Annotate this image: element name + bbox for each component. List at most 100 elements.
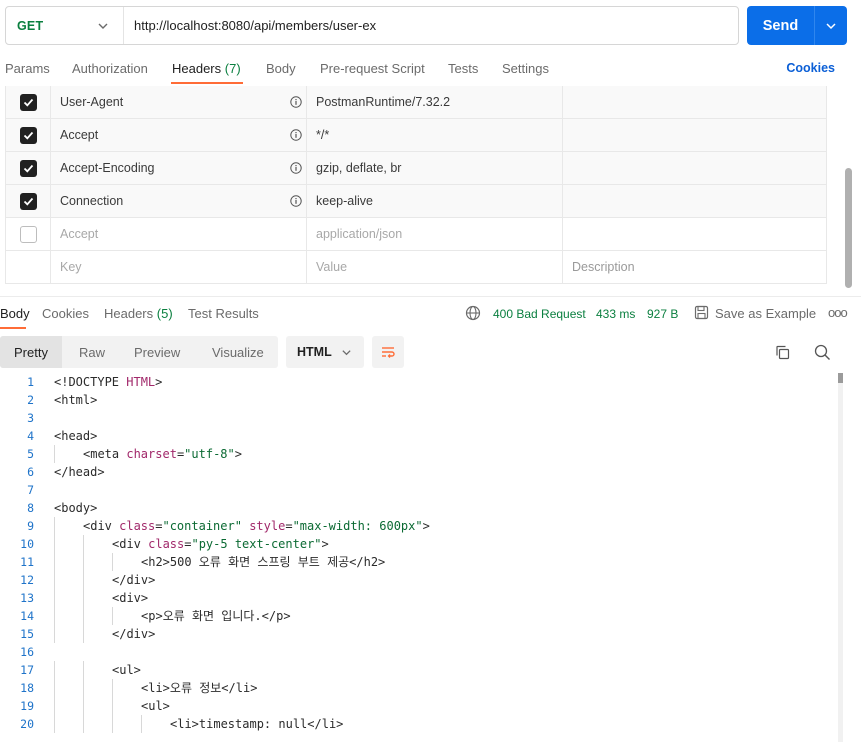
- code-scrollbar-thumb[interactable]: [838, 373, 843, 383]
- url-input[interactable]: http://localhost:8080/api/members/user-e…: [124, 18, 376, 33]
- globe-icon[interactable]: [465, 305, 481, 321]
- header-description-cell[interactable]: [563, 86, 827, 118]
- code-token: "utf-8": [184, 447, 235, 461]
- header-key: User-Agent: [60, 95, 124, 109]
- code-line: 20 <li>timestamp: null</li>: [0, 715, 832, 733]
- header-value: gzip, deflate, br: [316, 161, 402, 175]
- header-key-cell[interactable]: Accept-Encoding: [51, 152, 307, 184]
- header-description-cell[interactable]: [563, 119, 827, 151]
- code-token: </li>: [307, 717, 344, 731]
- code-line: 16: [0, 643, 832, 661]
- code-line: 5 <meta charset="utf-8">: [0, 445, 832, 463]
- send-options-button[interactable]: [815, 20, 847, 32]
- tab-settings[interactable]: Settings: [502, 61, 549, 76]
- header-value-cell[interactable]: PostmanRuntime/7.32.2: [307, 86, 563, 118]
- code-token: >: [155, 375, 163, 389]
- tab-params[interactable]: Params: [5, 61, 50, 76]
- code-text: <ul>: [112, 661, 141, 679]
- code-token: style: [249, 519, 286, 533]
- code-line: 2 <html>: [0, 391, 832, 409]
- active-tab-indicator: [171, 82, 243, 84]
- code-line: 4 <head>: [0, 427, 832, 445]
- cookies-link[interactable]: Cookies: [786, 61, 835, 75]
- header-checkbox[interactable]: [19, 126, 37, 144]
- send-button[interactable]: Send: [747, 18, 814, 34]
- header-key-cell[interactable]: User-Agent: [51, 86, 307, 118]
- header-value: */*: [316, 128, 330, 142]
- raw-button[interactable]: Raw: [62, 336, 122, 368]
- indent-guide: [54, 625, 55, 643]
- indent-guide: [54, 571, 55, 589]
- info-icon[interactable]: [290, 195, 302, 207]
- code-line: 11 <h2>500 오류 화면 스프링 부트 제공</h2>: [0, 553, 832, 571]
- header-value-cell[interactable]: gzip, deflate, br: [307, 152, 563, 184]
- code-line: 12 </div>: [0, 571, 832, 589]
- code-token: </li>: [221, 681, 258, 695]
- status-badge[interactable]: 400 Bad Request: [493, 307, 586, 321]
- wrap-lines-icon: [382, 347, 395, 358]
- tab-response-headers[interactable]: Headers (5): [104, 306, 173, 321]
- code-scrollbar[interactable]: [838, 373, 843, 742]
- tab-response-cookies[interactable]: Cookies: [42, 306, 89, 321]
- checkmark-icon: [23, 131, 33, 140]
- header-description-cell[interactable]: [563, 185, 827, 217]
- save-icon: [694, 305, 709, 320]
- header-key-cell[interactable]: Connection: [51, 185, 307, 217]
- header-checkbox[interactable]: [19, 93, 37, 111]
- code-line: 14 <p>오류 화면 입니다.</p>: [0, 607, 832, 625]
- visualize-button[interactable]: Visualize: [194, 336, 278, 368]
- response-size[interactable]: 927 B: [647, 307, 678, 321]
- code-text: <p>오류 화면 입니다.</p>: [141, 607, 291, 625]
- header-key-cell[interactable]: Accept: [51, 218, 307, 250]
- code-token: <div>: [112, 591, 149, 605]
- code-text: <body>: [54, 499, 97, 517]
- header-key-cell[interactable]: Accept: [51, 119, 307, 151]
- line-number: 12: [20, 573, 34, 587]
- request-scrollbar[interactable]: [845, 168, 852, 288]
- tab-body[interactable]: Body: [266, 61, 296, 76]
- info-icon[interactable]: [290, 96, 302, 108]
- header-checkbox[interactable]: [19, 159, 37, 177]
- header-description-cell[interactable]: [563, 218, 827, 250]
- tab-test-results[interactable]: Test Results: [188, 306, 259, 321]
- preview-button[interactable]: Preview: [122, 336, 194, 368]
- indent-guide: [83, 535, 84, 553]
- key-input[interactable]: Key: [51, 251, 307, 283]
- tab-headers[interactable]: Headers (7): [172, 61, 241, 76]
- tab-prerequest-script[interactable]: Pre-request Script: [320, 61, 425, 76]
- language-select[interactable]: HTML: [286, 336, 364, 368]
- tab-tests[interactable]: Tests: [448, 61, 478, 76]
- header-checkbox[interactable]: [19, 192, 37, 210]
- header-description-cell[interactable]: [563, 152, 827, 184]
- search-icon[interactable]: [814, 344, 831, 361]
- header-checkbox[interactable]: [19, 225, 37, 243]
- header-value: keep-alive: [316, 194, 373, 208]
- indent-guide: [83, 661, 84, 679]
- value-input[interactable]: Value: [307, 251, 563, 283]
- save-as-example-button[interactable]: Save as Example: [715, 306, 816, 321]
- copy-icon[interactable]: [775, 345, 790, 360]
- info-icon[interactable]: [290, 129, 302, 141]
- table-row-new: Key Value Description: [6, 251, 826, 284]
- code-token: class: [119, 519, 156, 533]
- code-token: timestamp: null: [198, 717, 308, 731]
- response-body-code[interactable]: 1 <!DOCTYPE HTML> 2 <html> 3 4 <head> 5 <meta ch…: [0, 373, 832, 742]
- pretty-button[interactable]: Pretty: [0, 336, 62, 368]
- wrap-lines-button[interactable]: [372, 336, 404, 368]
- header-value-cell[interactable]: application/json: [307, 218, 563, 250]
- line-number: 3: [27, 411, 34, 425]
- tab-authorization[interactable]: Authorization: [72, 61, 148, 76]
- tab-response-body[interactable]: Body: [0, 306, 30, 321]
- request-tabs: Params Authorization Headers (7) Body Pr…: [0, 52, 861, 85]
- header-value-cell[interactable]: keep-alive: [307, 185, 563, 217]
- more-options-button[interactable]: ooo: [828, 305, 848, 320]
- header-value-cell[interactable]: */*: [307, 119, 563, 151]
- description-input[interactable]: Description: [563, 251, 827, 283]
- indent-guide: [112, 715, 113, 733]
- method-select[interactable]: GET: [6, 7, 124, 44]
- code-line: 15 </div>: [0, 625, 832, 643]
- header-value: PostmanRuntime/7.32.2: [316, 95, 451, 109]
- info-icon[interactable]: [290, 162, 302, 174]
- indent-guide: [54, 589, 55, 607]
- response-time[interactable]: 433 ms: [596, 307, 635, 321]
